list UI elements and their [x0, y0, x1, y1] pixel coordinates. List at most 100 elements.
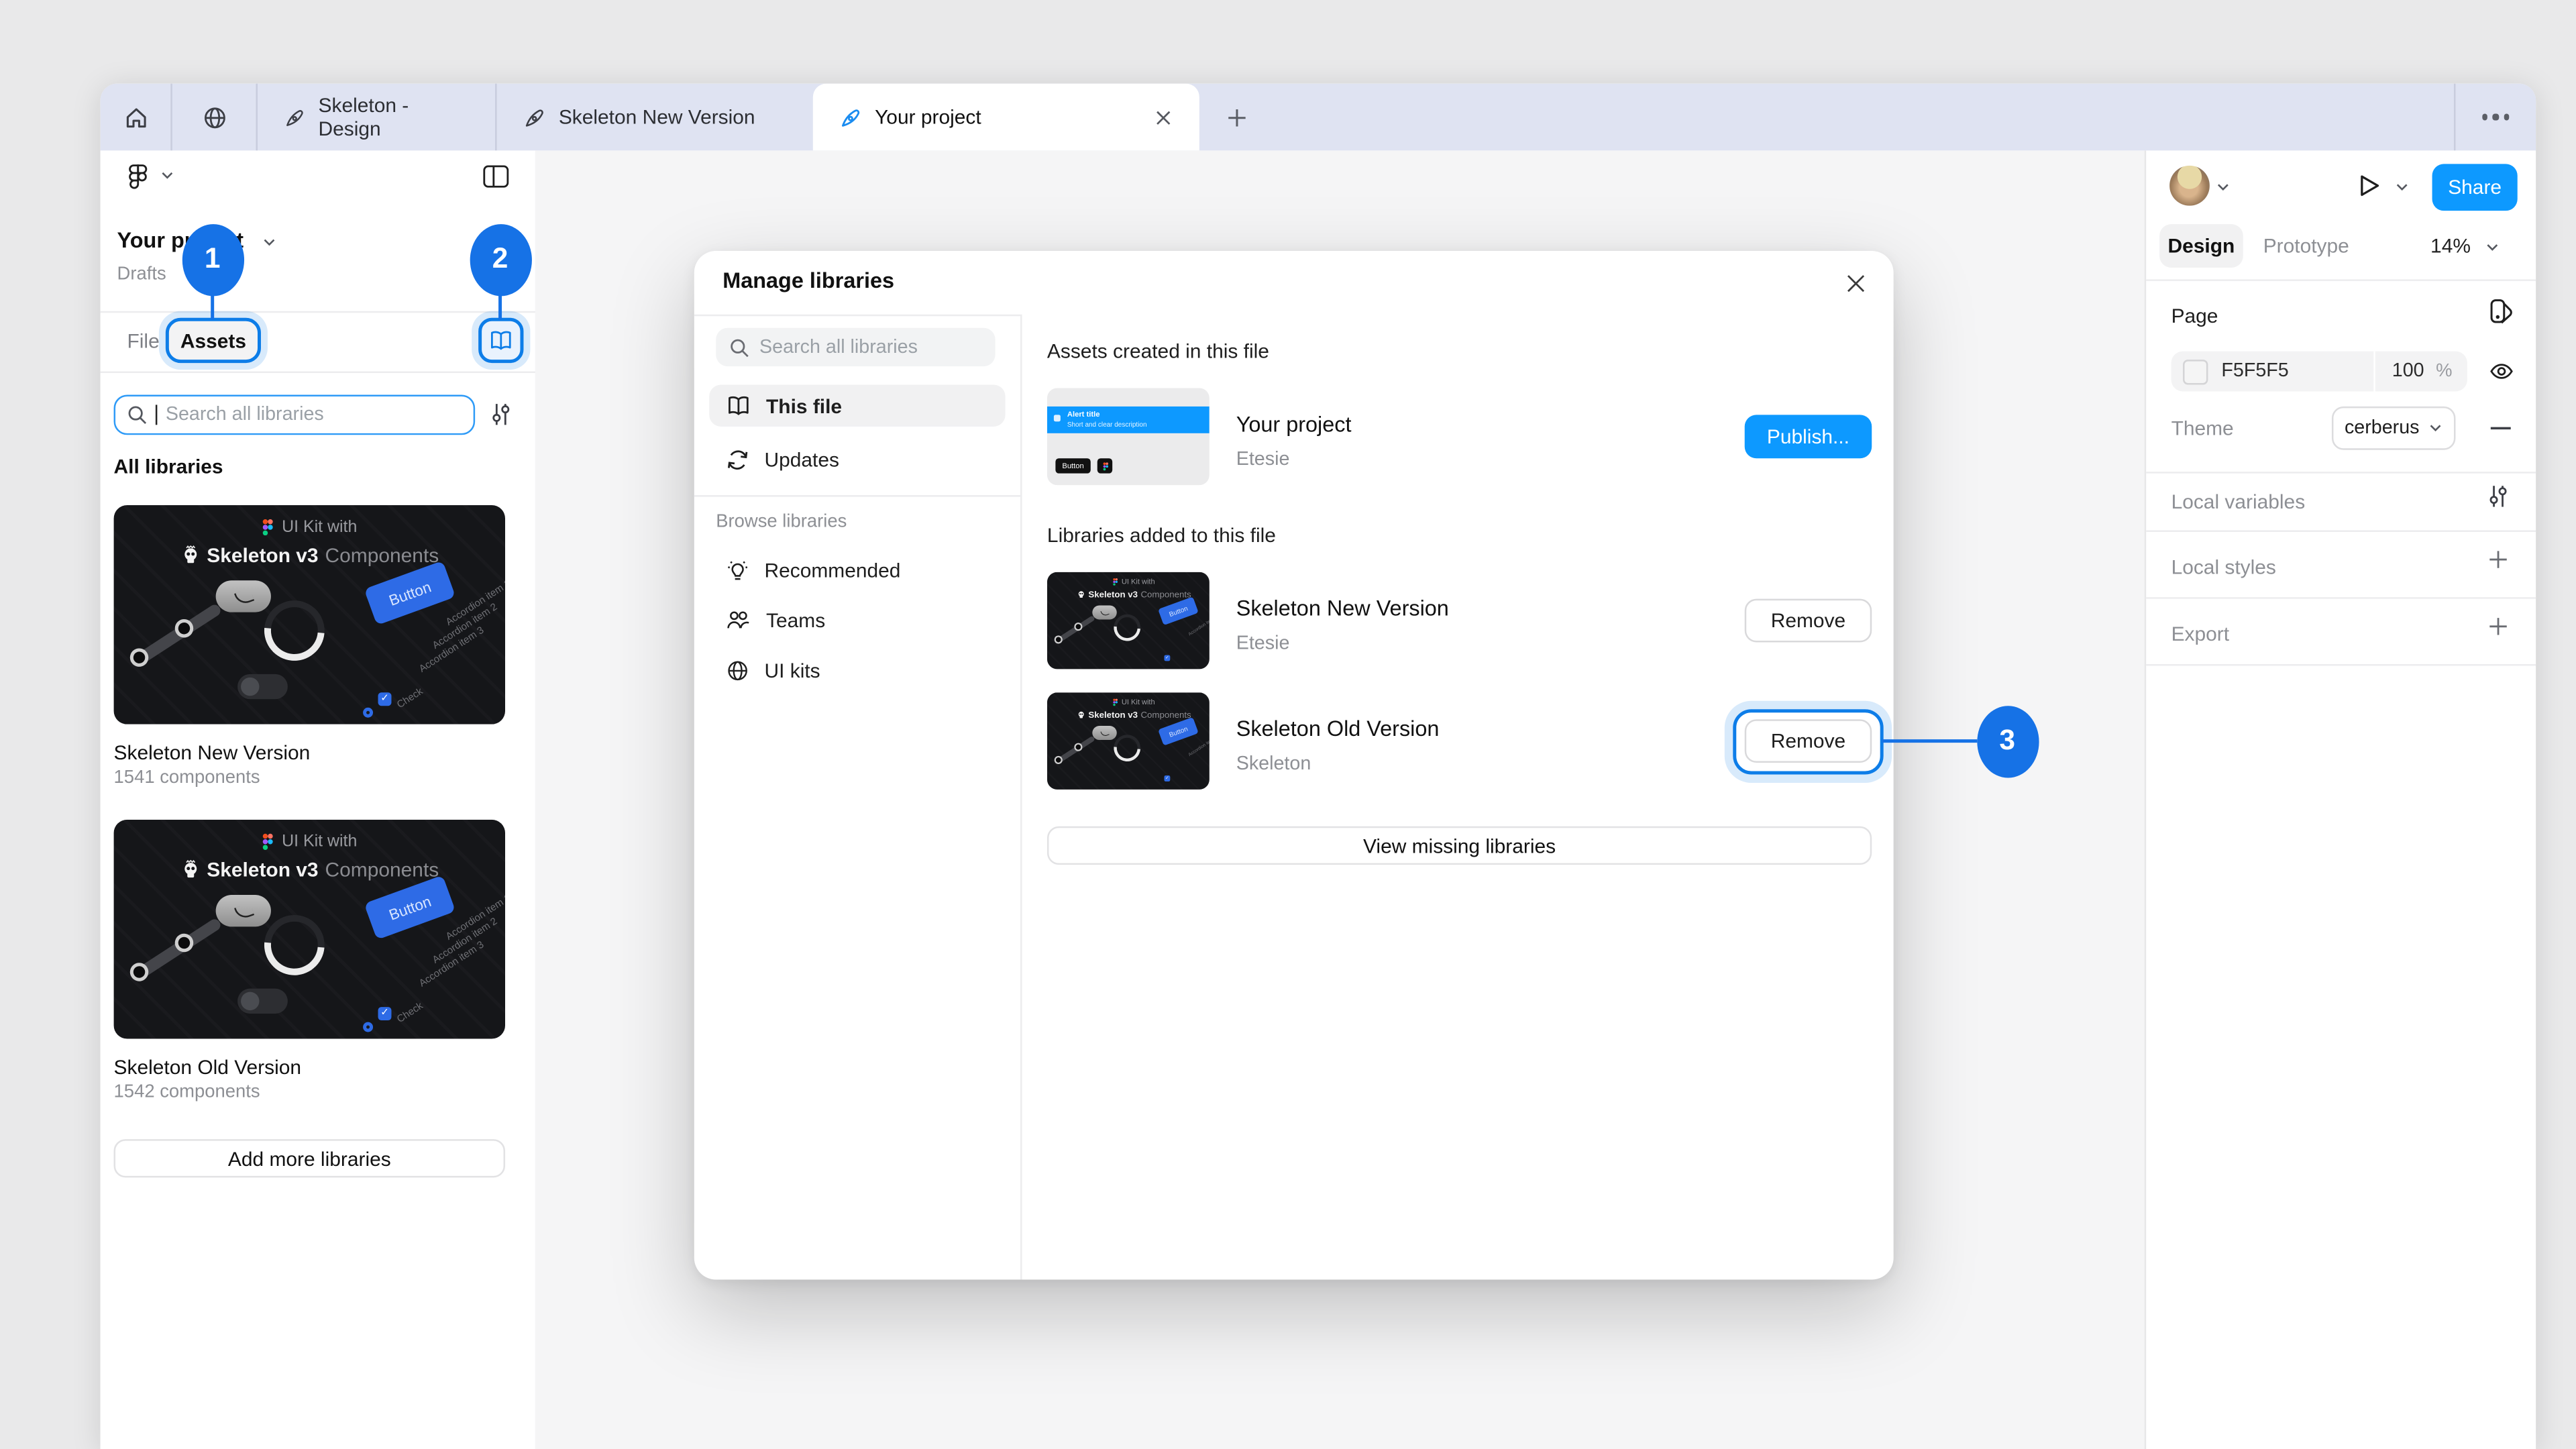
percent-sign: % [2436, 362, 2452, 382]
panel-layout-icon [482, 164, 510, 189]
add-export-plus-icon[interactable] [2487, 616, 2509, 637]
chevron-down-icon[interactable] [262, 237, 276, 248]
logo-chip-decor [1097, 458, 1112, 473]
avatar-chip-decor [216, 895, 271, 926]
tab-skeleton-design[interactable]: Skeleton - Design [258, 84, 495, 151]
tab-your-project[interactable]: Your project [813, 84, 1199, 151]
manage-libraries-modal: Manage libraries Search all libraries Th… [694, 251, 1894, 1280]
tab-design[interactable]: Design [2159, 224, 2243, 268]
skull-icon [180, 860, 200, 880]
library-search-input[interactable]: Search all libraries [114, 394, 476, 435]
library-card-skeleton-old-version[interactable]: UI Kit with Skeleton v3Components Button… [114, 820, 505, 1039]
text-caret [156, 405, 157, 425]
present-play-button[interactable] [2357, 172, 2381, 199]
swatch-book-icon[interactable] [2489, 298, 2514, 325]
close-icon [1155, 108, 1173, 126]
slider-decor [132, 917, 223, 981]
avatar[interactable] [2169, 166, 2210, 206]
tab-assets[interactable]: Assets [166, 318, 261, 363]
add-more-libraries-button[interactable]: Add more libraries [114, 1139, 505, 1177]
chevron-down-icon [2429, 423, 2443, 433]
home-icon [123, 105, 148, 129]
local-variables-label: Local variables [2171, 490, 2306, 514]
file-location[interactable]: Drafts [117, 264, 166, 284]
pen-nib-icon [840, 106, 861, 127]
share-button[interactable]: Share [2432, 164, 2518, 211]
library-thumbnail: UI Kit with Skeleton v3Components Button… [1047, 572, 1210, 669]
refresh-icon [726, 447, 749, 471]
filter-sliders-icon[interactable] [490, 401, 512, 426]
callout-1: 1 [182, 223, 244, 295]
figma-logo-icon [125, 162, 150, 189]
app-tab-bar: Skeleton - Design Skeleton New Version Y… [101, 84, 2536, 151]
lightbulb-icon [726, 558, 749, 582]
page-color-value[interactable]: F5F5F5 [2221, 362, 2288, 382]
theme-select[interactable]: cerberus [2332, 407, 2456, 450]
modal-search-input[interactable]: Search all libraries [716, 328, 995, 366]
chevron-down-icon[interactable] [2396, 182, 2409, 193]
tab-file[interactable]: File [127, 329, 160, 353]
more-menu-button[interactable] [2455, 84, 2536, 151]
all-libraries-heading: All libraries [114, 455, 223, 478]
add-style-plus-icon[interactable] [2487, 549, 2509, 570]
libraries-added-heading: Libraries added to this file [1047, 523, 1276, 547]
divider [2146, 472, 2536, 473]
modal-title: Manage libraries [722, 268, 894, 292]
new-tab-button[interactable] [1199, 84, 1273, 151]
chevron-down-icon[interactable] [2485, 243, 2499, 253]
page-opacity-value[interactable]: 100 [2392, 362, 2424, 382]
search-icon [127, 405, 148, 425]
nav-recommended[interactable]: Recommended [709, 549, 1005, 590]
nav-ui-kits[interactable]: UI kits [709, 649, 1005, 690]
close-tab-button[interactable] [1155, 108, 1173, 126]
figma-color-logo-icon [262, 833, 275, 851]
row-subtitle: Etesie [1236, 450, 1290, 470]
home-button[interactable] [101, 84, 171, 151]
nav-this-file[interactable]: This file [709, 385, 1005, 427]
tab-prototype[interactable]: Prototype [2263, 234, 2349, 258]
chevron-down-icon[interactable] [2216, 182, 2230, 193]
eye-icon[interactable] [2489, 360, 2514, 383]
remove-button-skeleton-new-version[interactable]: Remove [1745, 599, 1872, 643]
row-title: Your project [1236, 411, 1352, 436]
minus-icon[interactable] [2489, 425, 2512, 431]
row-title: Skeleton New Version [1236, 596, 1449, 621]
button-chip-decor: Button [364, 875, 456, 940]
zoom-level[interactable]: 14% [2430, 234, 2471, 258]
variables-sliders-icon[interactable] [2487, 484, 2509, 508]
search-placeholder: Search all libraries [166, 405, 324, 425]
divider [694, 315, 1020, 316]
row-subtitle: Skeleton [1236, 755, 1311, 775]
community-button[interactable] [172, 84, 256, 151]
nav-teams[interactable]: Teams [709, 599, 1005, 641]
book-open-icon [488, 329, 513, 351]
library-thumbnail-art: UI Kit with Skeleton v3Components Button… [114, 505, 505, 724]
libraries-button[interactable] [478, 318, 523, 363]
screenshot-stage: Skeleton - Design Skeleton New Version Y… [0, 0, 2576, 1449]
theme-label: Theme [2171, 417, 2234, 440]
publish-button[interactable]: Publish... [1745, 415, 1872, 458]
avatar-chip-decor [216, 580, 271, 612]
color-swatch[interactable] [2183, 359, 2208, 384]
divider [101, 311, 535, 313]
project-thumbnail: Alert title Short and clear description … [1047, 388, 1210, 485]
local-styles-label: Local styles [2171, 555, 2276, 579]
radio-decor [363, 1022, 373, 1032]
main-menu-button[interactable] [125, 162, 174, 189]
divider [1020, 315, 1022, 1280]
export-label: Export [2171, 623, 2229, 646]
remove-button-skeleton-old-version[interactable]: Remove [1745, 719, 1872, 763]
nav-updates[interactable]: Updates [709, 438, 1005, 480]
divider [2146, 530, 2536, 531]
toggle-sidebar-button[interactable] [482, 164, 510, 189]
toggle-decor [237, 674, 288, 699]
alert-decor: Alert title Short and clear description [1047, 407, 1210, 433]
radio-decor [363, 708, 373, 718]
tab-label: Your project [875, 105, 981, 129]
tab-skeleton-new-version[interactable]: Skeleton New Version [497, 84, 813, 151]
right-sidebar: Share Design Prototype 14% Page F5F5F5 1… [2145, 150, 2536, 1449]
view-missing-libraries-button[interactable]: View missing libraries [1047, 826, 1872, 865]
library-card-skeleton-new-version[interactable]: UI Kit with Skeleton v3Components Button… [114, 505, 505, 724]
page-color-field[interactable]: F5F5F5 100 % [2171, 352, 2467, 392]
modal-close-button[interactable] [1837, 264, 1874, 301]
